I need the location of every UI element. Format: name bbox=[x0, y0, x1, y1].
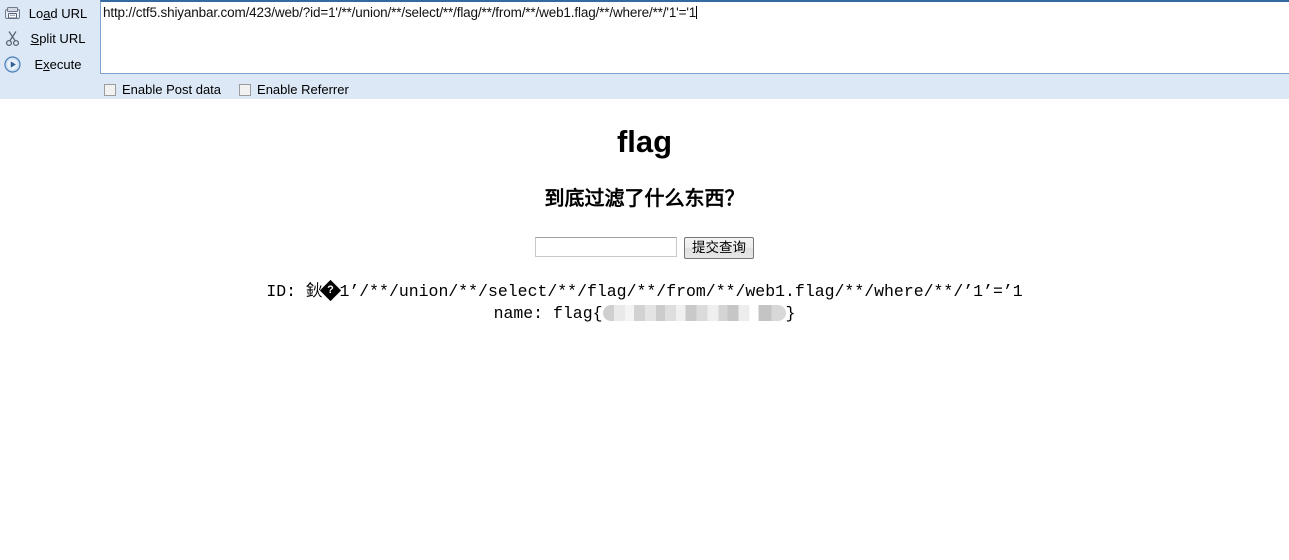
mosaic-blur bbox=[602, 305, 786, 321]
load-url-label: Load URL bbox=[28, 5, 88, 21]
page-subtitle: 到底过滤了什么东西？ bbox=[544, 188, 745, 210]
execute-label: Execute bbox=[34, 56, 82, 72]
enable-referrer-label: Enable Referrer bbox=[257, 82, 349, 97]
split-url-label: Split URL bbox=[30, 30, 86, 46]
hackbar-toolbar: Load URL Split URL Execute http://ctf5.s… bbox=[0, 0, 1289, 99]
scissors-icon bbox=[2, 28, 22, 48]
enable-post-data-checkbox[interactable]: Enable Post data bbox=[104, 82, 221, 97]
enable-post-data-label: Enable Post data bbox=[122, 82, 222, 97]
result-name-prefix: name: flag{ bbox=[493, 304, 603, 323]
hackbar-options-row: Enable Post data Enable Referrer bbox=[104, 80, 349, 99]
load-url-button[interactable]: Load URL bbox=[0, 1, 100, 25]
result-id-line: ID: 鈥? 1’/**/union/**/select/**/flag/**/f… bbox=[0, 279, 1289, 303]
result-name-line: name: flag{} bbox=[0, 303, 1289, 325]
execute-button[interactable]: Execute bbox=[0, 52, 100, 76]
result-name-suffix: } bbox=[785, 304, 796, 323]
play-icon bbox=[2, 54, 22, 74]
redacted-flag-value bbox=[602, 305, 786, 321]
text-caret bbox=[696, 6, 698, 19]
url-text-value: http://ctf5.shiyanbar.com/423/web/?id=1'… bbox=[103, 5, 697, 20]
query-input[interactable] bbox=[535, 237, 677, 257]
result-id-suffix: 1’/**/union/**/select/**/flag/**/from/**… bbox=[339, 282, 1023, 301]
split-url-button[interactable]: Split URL bbox=[0, 26, 100, 50]
checkbox-box[interactable] bbox=[239, 83, 252, 96]
page-title: flag bbox=[616, 124, 673, 159]
hackbar-button-column: Load URL Split URL Execute bbox=[0, 0, 100, 78]
query-result: ID: 鈥? 1’/**/union/**/select/**/flag/**/f… bbox=[0, 279, 1289, 325]
checkbox-box[interactable] bbox=[104, 83, 116, 96]
enable-referrer-checkbox[interactable]: Enable Referrer bbox=[239, 82, 349, 97]
replacement-char-glyph: ? bbox=[327, 284, 335, 296]
result-id-prefix: ID: 鈥 bbox=[266, 282, 323, 301]
page-content: flag 到底过滤了什么东西？ 提交查询 ID: 鈥? 1’/**/union/*… bbox=[0, 99, 1289, 560]
query-form: 提交查询 bbox=[0, 237, 1289, 259]
load-url-icon bbox=[2, 3, 22, 23]
url-textarea[interactable]: http://ctf5.shiyanbar.com/423/web/?id=1'… bbox=[100, 0, 1289, 74]
submit-query-button[interactable]: 提交查询 bbox=[684, 237, 754, 259]
